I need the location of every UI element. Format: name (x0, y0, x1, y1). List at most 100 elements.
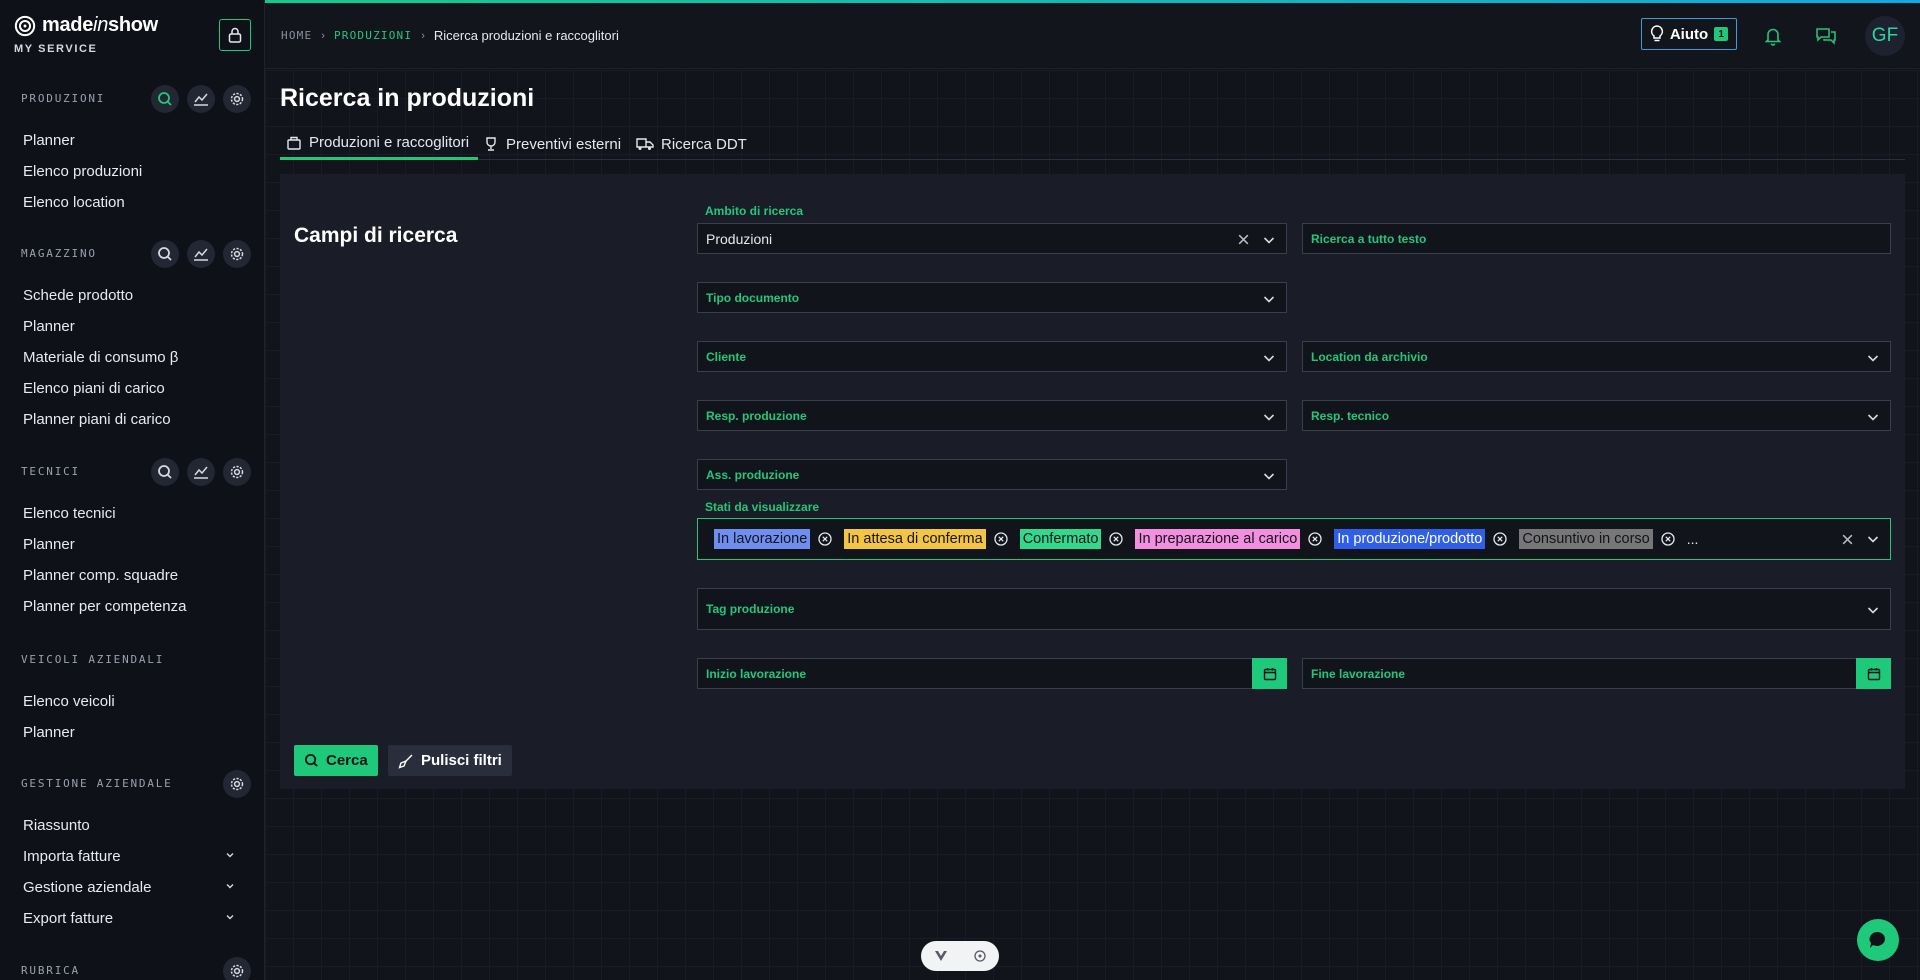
help-button[interactable]: Aiuto 1 (1641, 18, 1737, 50)
sidebar-item-elenco-location[interactable]: Elenco location (0, 187, 264, 218)
chart-icon (194, 466, 208, 479)
stati-label: Stati da visualizzare (705, 500, 820, 514)
sidebar-item-planner[interactable]: Planner (0, 717, 264, 748)
chevron-down-icon[interactable] (1866, 532, 1880, 546)
calendar-button[interactable] (1252, 658, 1287, 689)
status-chip: In produzione/prodotto (1334, 529, 1486, 549)
tab-preventivi-esterni[interactable]: Preventivi esterni (477, 128, 627, 160)
sidebar-item-planner[interactable]: Planner (0, 311, 264, 342)
sidebar-item-importa-fatture[interactable]: Importa fatture (0, 841, 264, 872)
panel-title: Campi di ricerca (294, 224, 458, 247)
brand[interactable]: madeinshow MY SERVICE (14, 14, 158, 55)
gear-icon (230, 964, 244, 978)
sidebar-item-piani-carico[interactable]: Elenco piani di carico (0, 373, 264, 404)
search-button[interactable] (151, 458, 179, 486)
sidebar-section-veicoli: VEICOLI AZIENDALI Elenco veicoli Planner (0, 642, 264, 748)
stats-button[interactable] (187, 240, 215, 268)
sidebar-item-export-fatture[interactable]: Export fatture (0, 903, 264, 934)
status-chip: In preparazione al carico (1135, 529, 1301, 549)
section-title: RUBRICA (21, 963, 80, 977)
sidebar-item-materiale-consumo[interactable]: Materiale di consumo β (0, 342, 264, 373)
stats-button[interactable] (187, 85, 215, 113)
chevron-down-icon (1867, 607, 1879, 614)
search-button[interactable] (151, 85, 179, 113)
stats-button[interactable] (187, 458, 215, 486)
help-badge: 1 (1714, 27, 1729, 41)
tab-label: Ricerca DDT (661, 135, 747, 153)
sidebar-item-label: Importa fatture (23, 848, 121, 865)
remove-chip-icon[interactable] (1308, 532, 1322, 546)
remove-chip-icon[interactable] (818, 532, 832, 546)
settings-button[interactable] (223, 957, 251, 980)
target-icon[interactable] (973, 949, 987, 963)
chat-bubble-icon (1869, 931, 1886, 948)
status-chip: Consuntivo in corso (1519, 529, 1653, 549)
messages-button[interactable] (1814, 24, 1838, 48)
calendar-button[interactable] (1856, 658, 1891, 689)
tipo-documento-placeholder: Tipo documento (706, 291, 800, 305)
breadcrumb-section[interactable]: PRODUZIONI (334, 29, 412, 42)
ass-produzione-select[interactable]: Ass. produzione (697, 459, 1287, 490)
sidebar-item-riassunto[interactable]: Riassunto (0, 810, 264, 841)
remove-chip-icon[interactable] (1109, 532, 1124, 546)
lightbulb-icon (1650, 25, 1663, 42)
breadcrumb-home[interactable]: HOME (281, 29, 312, 42)
chevron-right-icon: › (421, 29, 425, 42)
remove-chip-icon[interactable] (1661, 532, 1675, 546)
lock-icon (228, 27, 242, 43)
settings-button[interactable] (223, 458, 251, 486)
tab-produzioni-raccoglitori[interactable]: Produzioni e raccoglitori (280, 128, 478, 160)
status-chip: In attesa di conferma (844, 529, 986, 549)
fulltext-search-input[interactable]: Ricerca a tutto testo (1302, 223, 1891, 254)
stati-multiselect[interactable]: In lavorazione In attesa di conferma Con… (697, 518, 1891, 560)
remove-chip-icon[interactable] (994, 532, 1008, 546)
sidebar: madeinshow MY SERVICE PRODUZIONI Planner… (0, 0, 265, 980)
inizio-lavorazione-input[interactable]: Inizio lavorazione (697, 658, 1287, 689)
notifications-button[interactable] (1761, 24, 1785, 48)
ambito-select[interactable]: Produzioni (697, 223, 1287, 254)
location-placeholder: Location da archivio (1311, 350, 1428, 364)
clear-filters-button[interactable]: Pulisci filtri (388, 745, 512, 776)
close-icon[interactable] (1841, 533, 1854, 546)
tab-label: Produzioni e raccoglitori (309, 134, 470, 151)
tipo-documento-select[interactable]: Tipo documento (697, 282, 1287, 313)
location-select[interactable]: Location da archivio (1302, 341, 1891, 372)
sidebar-item-planner[interactable]: Planner (0, 529, 264, 560)
sidebar-item-planner-squadre[interactable]: Planner comp. squadre (0, 560, 264, 591)
sidebar-item-planner[interactable]: Planner (0, 125, 264, 156)
chat-icon (1816, 28, 1836, 45)
vue-devtools-icon[interactable] (934, 950, 948, 962)
cliente-select[interactable]: Cliente (697, 341, 1287, 372)
chevron-down-icon[interactable] (1262, 233, 1276, 247)
section-title: PRODUZIONI (21, 91, 106, 105)
search-button[interactable] (151, 240, 179, 268)
sidebar-item-elenco-veicoli[interactable]: Elenco veicoli (0, 686, 264, 717)
sidebar-item-schede-prodotto[interactable]: Schede prodotto (0, 280, 264, 311)
close-icon[interactable] (1237, 233, 1250, 246)
gear-icon (230, 465, 244, 479)
search-icon (158, 465, 172, 479)
settings-button[interactable] (223, 770, 251, 798)
resp-produzione-placeholder: Resp. produzione (706, 409, 807, 423)
tag-produzione-select[interactable]: Tag produzione (697, 588, 1891, 630)
resp-produzione-select[interactable]: Resp. produzione (697, 400, 1287, 431)
avatar[interactable]: GF (1865, 16, 1905, 56)
search-button[interactable]: Cerca (294, 745, 378, 776)
settings-button[interactable] (223, 240, 251, 268)
fine-lavorazione-input[interactable]: Fine lavorazione (1302, 658, 1891, 689)
sidebar-item-elenco-produzioni[interactable]: Elenco produzioni (0, 156, 264, 187)
sidebar-item-gestione-aziendale[interactable]: Gestione aziendale (0, 872, 264, 903)
gear-icon (230, 92, 244, 106)
resp-tecnico-select[interactable]: Resp. tecnico (1302, 400, 1891, 431)
sidebar-item-planner-piani-carico[interactable]: Planner piani di carico (0, 404, 264, 435)
sidebar-item-elenco-tecnici[interactable]: Elenco tecnici (0, 498, 264, 529)
broom-icon (398, 753, 413, 769)
tab-ricerca-ddt[interactable]: Ricerca DDT (630, 128, 753, 160)
chat-support-button[interactable] (1857, 919, 1899, 961)
sidebar-item-planner-competenza[interactable]: Planner per competenza (0, 591, 264, 622)
more-indicator: ... (1686, 531, 1699, 547)
lock-sidebar-button[interactable] (219, 19, 251, 51)
remove-chip-icon[interactable] (1493, 532, 1508, 546)
tag-produzione-placeholder: Tag produzione (706, 602, 795, 616)
settings-button[interactable] (223, 85, 251, 113)
